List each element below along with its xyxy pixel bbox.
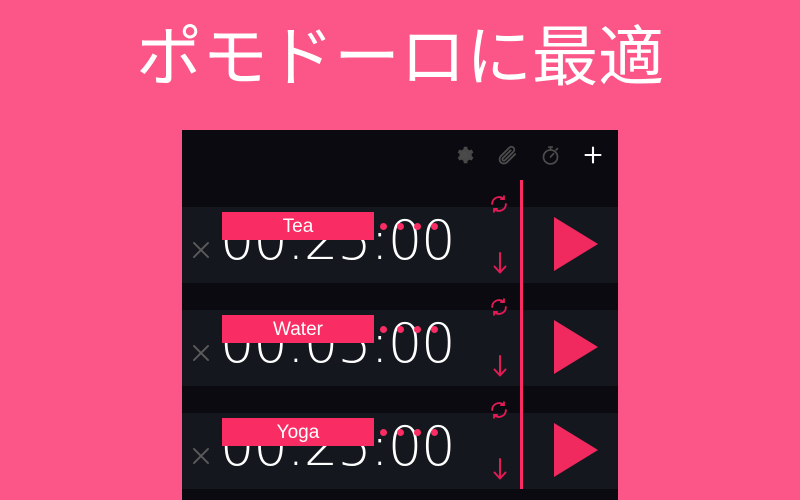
- timer-row[interactable]: Water 00:05:00: [182, 283, 618, 386]
- app-toolbar: [182, 130, 618, 180]
- progress-dot: [380, 429, 387, 436]
- progress-dot: [414, 326, 421, 333]
- paperclip-icon[interactable]: [494, 142, 520, 168]
- play-button[interactable]: [548, 318, 604, 376]
- progress-dot: [414, 223, 421, 230]
- plus-icon[interactable]: [580, 142, 606, 168]
- close-icon[interactable]: [188, 237, 214, 263]
- timer-row-body: Water 00:05:00: [182, 283, 618, 386]
- progress-dot: [380, 223, 387, 230]
- progress-dot: [431, 223, 438, 230]
- progress-dot: [397, 223, 404, 230]
- page-title: ポモドーロに最適: [136, 20, 664, 94]
- timer-row[interactable]: Yoga 00:25:00: [182, 386, 618, 489]
- row-divider: [520, 283, 523, 386]
- progress-dot: [431, 326, 438, 333]
- move-down-icon[interactable]: [490, 354, 510, 378]
- play-icon: [554, 217, 598, 271]
- repeat-icon[interactable]: [488, 399, 510, 421]
- row-divider: [520, 386, 523, 489]
- play-button[interactable]: [548, 421, 604, 479]
- play-button[interactable]: [548, 215, 604, 273]
- progress-dot: [397, 429, 404, 436]
- move-down-icon[interactable]: [490, 251, 510, 275]
- play-icon: [554, 423, 598, 477]
- repeat-icon[interactable]: [488, 296, 510, 318]
- progress-dot: [380, 326, 387, 333]
- timer-label[interactable]: Yoga: [222, 418, 374, 446]
- screenshot-root: ポモドーロに最適 Tea 00:25:00 Water 00:05:00 Yog…: [0, 0, 800, 500]
- progress-dot: [431, 429, 438, 436]
- timer-row-body: Yoga 00:25:00: [182, 386, 618, 489]
- close-icon[interactable]: [188, 443, 214, 469]
- repeat-icon[interactable]: [488, 193, 510, 215]
- progress-dots: [380, 326, 438, 333]
- progress-dot: [414, 429, 421, 436]
- timer-row[interactable]: Tea 00:25:00: [182, 180, 618, 283]
- progress-dots: [380, 223, 438, 230]
- move-down-icon[interactable]: [490, 457, 510, 481]
- timer-list: Tea 00:25:00 Water 00:05:00 Yoga 00:25:0…: [182, 180, 618, 489]
- progress-dot: [397, 326, 404, 333]
- play-icon: [554, 320, 598, 374]
- gear-icon[interactable]: [451, 142, 477, 168]
- timer-row-body: Tea 00:25:00: [182, 180, 618, 283]
- timer-label[interactable]: Tea: [222, 212, 374, 240]
- timer-label[interactable]: Water: [222, 315, 374, 343]
- row-divider: [520, 180, 523, 283]
- progress-dots: [380, 429, 438, 436]
- timer-app-window: Tea 00:25:00 Water 00:05:00 Yoga 00:25:0…: [182, 130, 618, 500]
- close-icon[interactable]: [188, 340, 214, 366]
- stopwatch-icon[interactable]: [537, 142, 563, 168]
